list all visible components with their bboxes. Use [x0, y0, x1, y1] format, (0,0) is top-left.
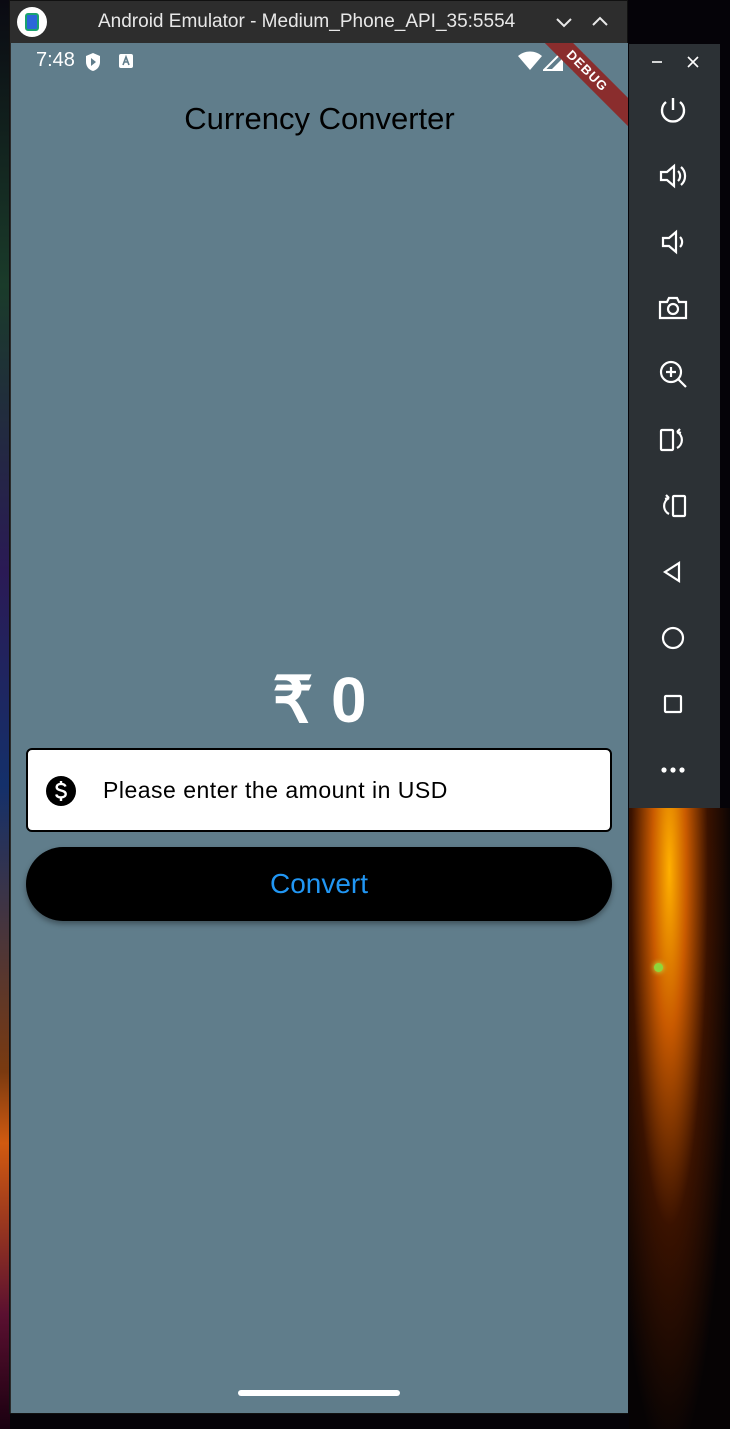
page-title: Currency Converter	[184, 101, 455, 136]
wallpaper-spark	[654, 963, 663, 972]
power-icon[interactable]	[655, 92, 691, 128]
convert-button[interactable]: Convert	[26, 847, 612, 921]
amount-field[interactable]	[26, 748, 612, 832]
more-icon[interactable]	[655, 752, 691, 788]
emulator-side-panel	[629, 44, 720, 808]
font-icon	[118, 52, 134, 75]
status-bar: 7:48 DEBUG	[11, 43, 628, 132]
overview-icon[interactable]	[655, 686, 691, 722]
wifi-icon	[518, 51, 542, 76]
window-title-bar[interactable]: Android Emulator - Medium_Phone_API_35:5…	[10, 1, 627, 43]
converted-amount: ₹ 0	[272, 664, 367, 736]
back-icon[interactable]	[655, 554, 691, 590]
wallpaper-right-glow	[629, 808, 730, 1429]
dollar-icon	[45, 775, 77, 807]
rotate-right-icon[interactable]	[655, 488, 691, 524]
home-icon[interactable]	[655, 620, 691, 656]
camera-icon[interactable]	[655, 290, 691, 326]
window-title: Android Emulator - Medium_Phone_API_35:5…	[98, 11, 516, 32]
zoom-icon[interactable]	[655, 356, 691, 392]
emulator-window: Android Emulator - Medium_Phone_API_35:5…	[9, 0, 628, 1414]
phone-screen: 7:48 DEBUG Currency Converter ₹ 0 Please…	[11, 43, 628, 1413]
rotate-left-icon[interactable]	[655, 422, 691, 458]
amount-input[interactable]	[103, 750, 593, 830]
status-time: 7:48	[36, 49, 75, 71]
close-icon[interactable]	[683, 52, 703, 72]
home-indicator[interactable]	[238, 1390, 400, 1396]
minimize-icon[interactable]	[647, 52, 667, 72]
shield-icon	[84, 52, 102, 77]
volume-up-icon[interactable]	[655, 158, 691, 194]
emulator-app-icon	[17, 7, 47, 37]
chevron-down-icon[interactable]	[552, 10, 576, 34]
chevron-up-icon[interactable]	[588, 10, 612, 34]
volume-down-icon[interactable]	[655, 224, 691, 260]
